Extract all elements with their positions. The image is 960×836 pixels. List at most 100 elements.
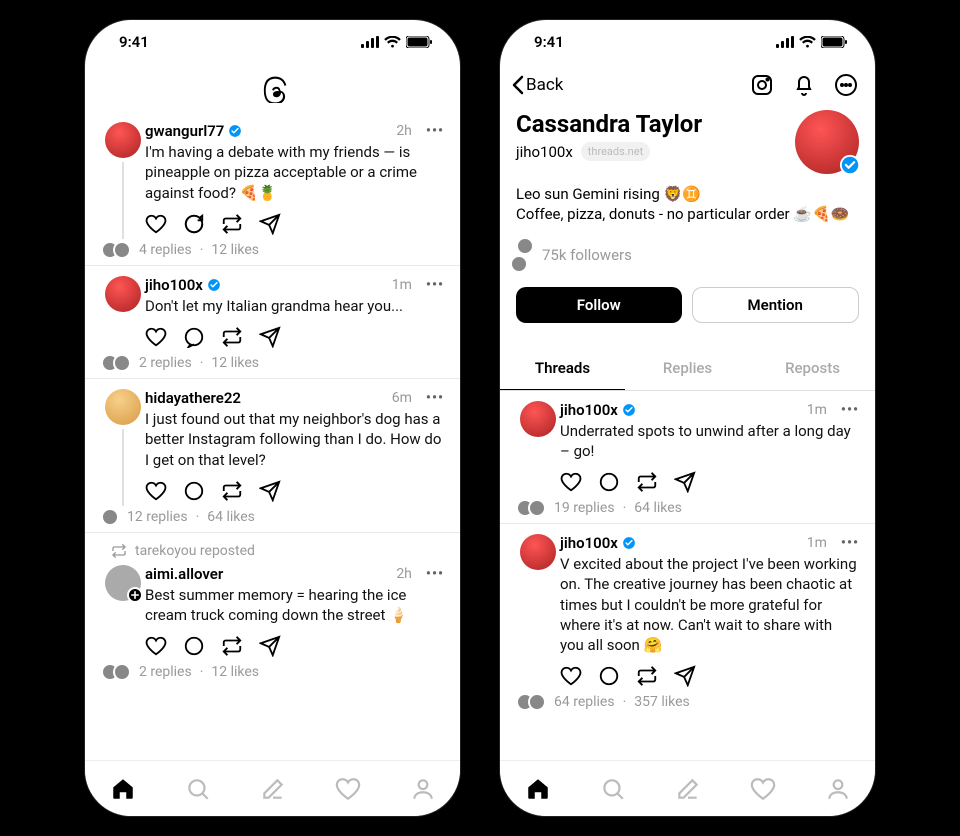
tab-compose[interactable] bbox=[675, 776, 701, 802]
avatar[interactable] bbox=[105, 389, 141, 425]
likes-count[interactable]: 12 likes bbox=[211, 242, 259, 258]
post-actions bbox=[560, 471, 859, 493]
avatar[interactable] bbox=[520, 401, 556, 437]
profile-post[interactable]: jiho100x 1m ••• V excited about the proj… bbox=[500, 524, 875, 717]
notifications-icon[interactable] bbox=[791, 72, 817, 98]
post-meta[interactable]: 2 replies· 12 likes bbox=[101, 663, 444, 681]
feed-post[interactable]: jiho100x 1m ••• Don't let my Italian gra… bbox=[85, 266, 460, 379]
instagram-icon[interactable] bbox=[749, 72, 775, 98]
like-icon[interactable] bbox=[145, 326, 167, 348]
tab-replies[interactable]: Replies bbox=[625, 347, 750, 390]
bio-line: Leo sun Gemini rising 🦁♊ bbox=[516, 184, 859, 204]
post-more-icon[interactable]: ••• bbox=[841, 535, 859, 551]
replies-count[interactable]: 2 replies bbox=[139, 355, 192, 371]
replies-count[interactable]: 64 replies bbox=[554, 694, 615, 710]
post-time: 1m bbox=[392, 277, 412, 293]
tab-search[interactable] bbox=[185, 776, 211, 802]
feed-post[interactable]: hidayathere22 6m ••• I just found out th… bbox=[85, 379, 460, 533]
repost-icon[interactable] bbox=[636, 665, 658, 687]
share-icon[interactable] bbox=[674, 471, 696, 493]
tab-search[interactable] bbox=[600, 776, 626, 802]
followers-row[interactable]: 75k followers bbox=[516, 237, 859, 273]
repost-icon[interactable] bbox=[221, 635, 243, 657]
tab-compose[interactable] bbox=[260, 776, 286, 802]
post-more-icon[interactable]: ••• bbox=[426, 566, 444, 582]
post-meta[interactable]: 19 replies· 64 likes bbox=[516, 499, 859, 517]
post-username[interactable]: jiho100x bbox=[560, 401, 618, 419]
likes-count[interactable]: 64 likes bbox=[207, 509, 255, 525]
share-icon[interactable] bbox=[674, 665, 696, 687]
post-more-icon[interactable]: ••• bbox=[426, 390, 444, 406]
replies-count[interactable]: 2 replies bbox=[139, 664, 192, 680]
share-icon[interactable] bbox=[259, 213, 281, 235]
likes-count[interactable]: 12 likes bbox=[211, 355, 259, 371]
replies-count[interactable]: 12 replies bbox=[127, 509, 188, 525]
tab-threads[interactable]: Threads bbox=[500, 347, 625, 390]
repost-icon[interactable] bbox=[221, 213, 243, 235]
like-icon[interactable] bbox=[145, 480, 167, 502]
feed-scroll[interactable]: gwangurl77 2h ••• I'm having a debate wi… bbox=[85, 112, 460, 760]
repost-by-label: tarekoyou reposted bbox=[135, 543, 255, 559]
follow-button[interactable]: Follow bbox=[516, 287, 682, 323]
post-more-icon[interactable]: ••• bbox=[426, 277, 444, 293]
share-icon[interactable] bbox=[259, 635, 281, 657]
profile-header: Cassandra Taylor jiho100x threads.net Le… bbox=[500, 108, 875, 333]
reply-icon[interactable] bbox=[598, 665, 620, 687]
likes-count[interactable]: 64 likes bbox=[634, 500, 682, 516]
avatar[interactable] bbox=[520, 534, 556, 570]
tab-profile[interactable] bbox=[410, 776, 436, 802]
profile-scroll[interactable]: Cassandra Taylor jiho100x threads.net Le… bbox=[500, 108, 875, 760]
post-username[interactable]: aimi.allover bbox=[145, 565, 223, 583]
reply-icon[interactable] bbox=[598, 471, 620, 493]
share-icon[interactable] bbox=[259, 480, 281, 502]
post-text: V excited about the project I've been wo… bbox=[560, 554, 859, 655]
likes-count[interactable]: 12 likes bbox=[211, 664, 259, 680]
like-icon[interactable] bbox=[560, 665, 582, 687]
post-meta[interactable]: 2 replies· 12 likes bbox=[101, 354, 444, 372]
likes-count[interactable]: 357 likes bbox=[634, 694, 690, 710]
menu-icon[interactable] bbox=[833, 72, 859, 98]
tab-reposts[interactable]: Reposts bbox=[750, 347, 875, 390]
verified-badge-icon bbox=[207, 278, 221, 292]
share-icon[interactable] bbox=[259, 326, 281, 348]
post-username[interactable]: jiho100x bbox=[145, 276, 203, 294]
tab-activity[interactable] bbox=[335, 776, 361, 802]
avatar[interactable] bbox=[105, 565, 141, 601]
post-more-icon[interactable]: ••• bbox=[426, 123, 444, 139]
post-username[interactable]: gwangurl77 bbox=[145, 122, 224, 140]
reply-icon[interactable] bbox=[183, 213, 205, 235]
post-meta[interactable]: 64 replies· 357 likes bbox=[516, 693, 859, 711]
like-icon[interactable] bbox=[145, 635, 167, 657]
post-meta[interactable]: 12 replies· 64 likes bbox=[101, 508, 444, 526]
follow-plus-icon[interactable] bbox=[127, 587, 143, 603]
reply-icon[interactable] bbox=[183, 635, 205, 657]
post-more-icon[interactable]: ••• bbox=[841, 402, 859, 418]
replies-count[interactable]: 4 replies bbox=[139, 242, 192, 258]
feed-post[interactable]: tarekoyou reposted aimi.allover 2h ••• bbox=[85, 533, 460, 688]
mention-button[interactable]: Mention bbox=[692, 287, 860, 323]
like-icon[interactable] bbox=[560, 471, 582, 493]
tab-activity[interactable] bbox=[750, 776, 776, 802]
post-username[interactable]: jiho100x bbox=[560, 534, 618, 552]
like-icon[interactable] bbox=[145, 213, 167, 235]
threads-logo-icon bbox=[258, 73, 288, 103]
back-button[interactable]: Back bbox=[512, 75, 563, 95]
post-username[interactable]: hidayathere22 bbox=[145, 389, 241, 407]
repost-icon[interactable] bbox=[221, 480, 243, 502]
repost-icon[interactable] bbox=[636, 471, 658, 493]
reply-icon[interactable] bbox=[183, 326, 205, 348]
tab-profile[interactable] bbox=[825, 776, 851, 802]
profile-avatar[interactable] bbox=[795, 110, 859, 174]
post-text: I just found out that my neighbor's dog … bbox=[145, 409, 444, 470]
post-meta[interactable]: 4 replies· 12 likes bbox=[101, 241, 444, 259]
replies-count[interactable]: 19 replies bbox=[554, 500, 615, 516]
tab-home[interactable] bbox=[525, 776, 551, 802]
avatar[interactable] bbox=[105, 122, 141, 158]
profile-post[interactable]: jiho100x 1m ••• Underrated spots to unwi… bbox=[500, 391, 875, 525]
reply-icon[interactable] bbox=[183, 480, 205, 502]
feed-post[interactable]: gwangurl77 2h ••• I'm having a debate wi… bbox=[85, 112, 460, 266]
repost-icon[interactable] bbox=[221, 326, 243, 348]
tab-home[interactable] bbox=[110, 776, 136, 802]
avatar[interactable] bbox=[105, 276, 141, 312]
profile-bio: Leo sun Gemini rising 🦁♊ Coffee, pizza, … bbox=[516, 184, 859, 225]
